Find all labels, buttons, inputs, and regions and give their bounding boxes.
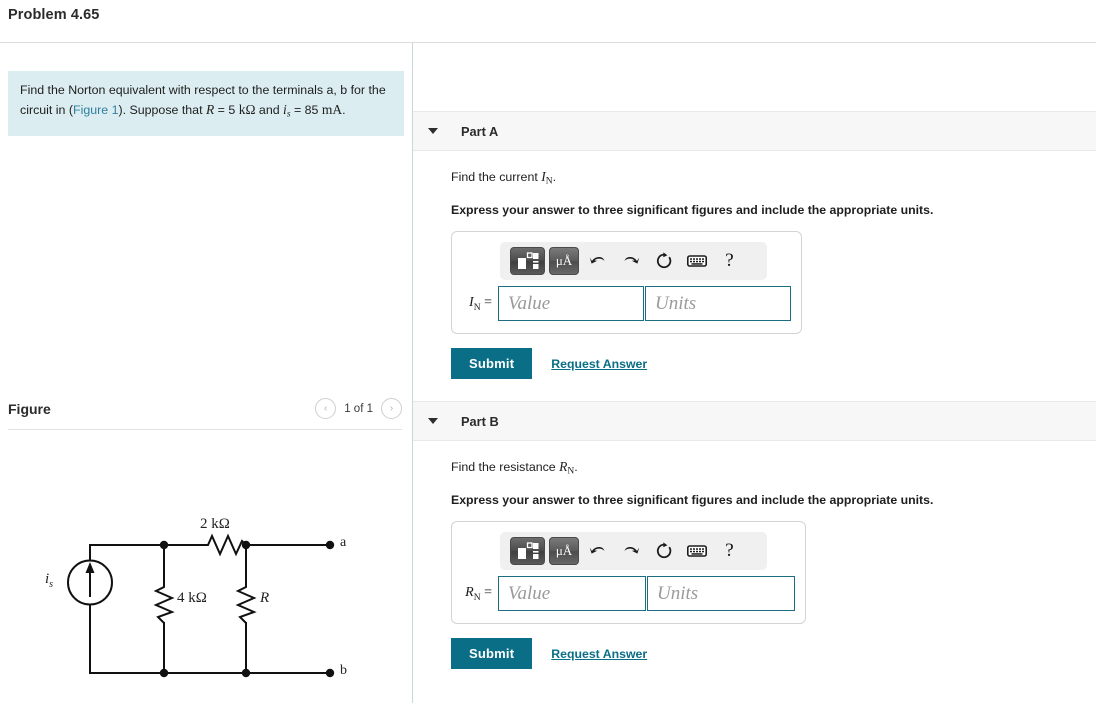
circuit-svg xyxy=(67,533,335,678)
given-r-symbol: R xyxy=(205,102,215,118)
part-a-units-input[interactable]: Units xyxy=(645,286,791,322)
part-b-label: Part B xyxy=(461,413,499,429)
figure-divider xyxy=(8,429,402,430)
part-b-question: Find the resistance RN. xyxy=(451,459,1096,476)
figure-title: Figure xyxy=(8,400,51,417)
page-title: Problem 4.65 xyxy=(8,7,100,23)
part-a-value-input[interactable]: Value xyxy=(498,286,644,322)
part-b-units-input[interactable]: Units xyxy=(647,576,795,612)
node-dot xyxy=(159,540,169,550)
help-icon[interactable]: ? xyxy=(715,537,744,565)
figure-prev-button[interactable]: ‹ xyxy=(315,398,337,419)
units-button-label: μÅ xyxy=(555,543,573,559)
undo-arrow-icon[interactable] xyxy=(583,247,612,275)
help-icon[interactable]: ? xyxy=(715,247,744,275)
template-glyph-icon xyxy=(517,542,538,560)
terminal-dot-b xyxy=(325,668,335,678)
part-b-answer-box: μÅ ? RN = Value Units xyxy=(451,521,806,625)
part-a-actions: Submit Request Answer xyxy=(451,348,1096,380)
circuit-figure[interactable]: is 2 kΩ 4 kΩ R a b xyxy=(20,505,370,700)
part-a-question-prefix: Find the current xyxy=(451,170,542,184)
part-a-question: Find the current IN. xyxy=(451,169,1096,186)
undo-arrow-icon[interactable] xyxy=(583,537,612,565)
math-template-icon[interactable] xyxy=(510,247,545,276)
node-dot xyxy=(159,668,169,678)
part-b-value-input[interactable]: Value xyxy=(498,576,646,612)
part-b-section: Part B Find the resistance RN. Express y… xyxy=(413,401,1096,670)
figure-next-button[interactable]: › xyxy=(381,398,402,419)
part-b-question-suffix: . xyxy=(574,460,578,474)
keyboard-icon[interactable] xyxy=(682,247,711,275)
node-dot xyxy=(241,540,251,550)
terminal-dot-a xyxy=(325,540,335,550)
problem-text-2: ). Suppose that xyxy=(118,103,206,118)
redo-arrow-icon[interactable] xyxy=(616,247,645,275)
part-b-body: Find the resistance RN. Express your ans… xyxy=(413,441,1096,670)
resistor-r-symbol xyxy=(235,583,257,624)
chevron-down-icon[interactable] xyxy=(428,418,438,424)
part-a-instruction: Express your answer to three significant… xyxy=(451,203,934,218)
part-a-question-subscript: N xyxy=(545,176,553,187)
part-a-math-toolbar: μÅ ? xyxy=(500,242,767,281)
given-is-unit: mA xyxy=(321,102,343,118)
units-button[interactable]: μÅ xyxy=(549,247,579,276)
part-a-section: Part A Find the current IN. Express your… xyxy=(413,111,1096,380)
given-r-equals: = 5 xyxy=(214,103,239,118)
math-template-icon[interactable] xyxy=(510,537,545,566)
part-a-label: Part A xyxy=(461,123,499,139)
given-r-unit: kΩ xyxy=(238,102,256,118)
right-panel: Part A Find the current IN. Express your… xyxy=(413,43,1096,703)
template-glyph-icon xyxy=(517,252,538,270)
part-b-math-toolbar: μÅ ? xyxy=(500,532,767,571)
reset-circular-arrow-icon[interactable] xyxy=(649,537,678,565)
given-conjunction: and xyxy=(255,103,284,118)
resistor-2k-symbol xyxy=(204,533,247,557)
part-a-body: Find the current IN. Express your answer… xyxy=(413,151,1096,380)
node-dot xyxy=(241,668,251,678)
part-a-field-row: IN = Value Units xyxy=(464,286,791,322)
part-a-request-answer-link[interactable]: Request Answer xyxy=(551,357,647,371)
figure-counter: 1 of 1 xyxy=(344,402,373,415)
chevron-down-icon[interactable] xyxy=(428,128,438,134)
units-button-label: μÅ xyxy=(555,253,573,269)
part-a-answer-label: IN = xyxy=(469,294,492,313)
problem-text-end: . xyxy=(342,103,346,118)
figure-nav: ‹ 1 of 1 › xyxy=(315,398,402,419)
part-a-header[interactable]: Part A xyxy=(413,111,1096,151)
part-a-question-suffix: . xyxy=(552,170,557,184)
problem-statement: Find the Norton equivalent with respect … xyxy=(8,71,404,137)
part-b-field-row: RN = Value Units xyxy=(464,576,795,612)
part-a-answer-box: μÅ ? IN = Value Units xyxy=(451,231,802,335)
part-b-header[interactable]: Part B xyxy=(413,401,1096,441)
redo-arrow-icon[interactable] xyxy=(616,537,645,565)
left-panel: Find the Norton equivalent with respect … xyxy=(0,43,413,703)
figure-link[interactable]: Figure 1 xyxy=(73,103,118,117)
content-wrapper: Find the Norton equivalent with respect … xyxy=(0,43,1096,703)
part-a-submit-button[interactable]: Submit xyxy=(451,348,533,380)
keyboard-icon[interactable] xyxy=(682,537,711,565)
units-button[interactable]: μÅ xyxy=(549,537,579,566)
part-b-answer-label: RN = xyxy=(465,584,492,603)
title-bar: Problem 4.65 xyxy=(0,0,1096,43)
reset-circular-arrow-icon[interactable] xyxy=(649,247,678,275)
resistor-4k-symbol xyxy=(153,583,175,624)
part-b-request-answer-link[interactable]: Request Answer xyxy=(551,647,647,661)
part-b-actions: Submit Request Answer xyxy=(451,638,1096,670)
part-b-instruction: Express your answer to three significant… xyxy=(451,493,934,508)
given-is-equals: = 85 xyxy=(290,103,322,118)
part-b-question-prefix: Find the resistance xyxy=(451,460,560,474)
part-b-submit-button[interactable]: Submit xyxy=(451,638,533,670)
figure-panel-header: Figure ‹ 1 of 1 › xyxy=(0,398,412,419)
